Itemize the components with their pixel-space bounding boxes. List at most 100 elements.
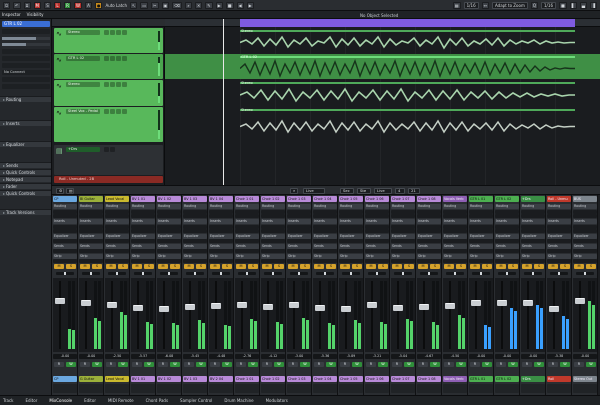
rack-routing[interactable]: Routing	[313, 204, 337, 209]
inspector-section-quick-controls[interactable]: ▸Quick Controls	[0, 169, 51, 175]
rack-inserts[interactable]: Inserts	[183, 219, 207, 224]
channel-name[interactable]: Vocals Verb	[443, 196, 467, 202]
inspector-input-routing[interactable]: No Connect	[2, 70, 50, 75]
pan-control[interactable]	[56, 272, 74, 275]
eq-curve-slot[interactable]	[521, 239, 545, 243]
inspector-delay-row[interactable]	[2, 56, 50, 61]
strip-slot[interactable]	[391, 259, 415, 263]
routing-output-slot[interactable]	[79, 214, 103, 218]
mute-button[interactable]: M	[210, 264, 220, 269]
routing-output-slot[interactable]	[287, 214, 311, 218]
rack-inserts[interactable]: Inserts	[417, 219, 441, 224]
channel-name[interactable]: BV 1 02	[157, 196, 181, 202]
channel-notepad[interactable]	[131, 384, 155, 393]
volume-fader[interactable]	[497, 299, 507, 306]
rack-equalizer[interactable]: Equalizer	[183, 234, 207, 239]
mute-button[interactable]: M	[54, 264, 64, 269]
eq-curve-slot[interactable]	[287, 239, 311, 243]
strip-slot[interactable]	[547, 259, 571, 263]
rack-equalizer[interactable]: Equalizer	[469, 234, 493, 239]
volume-readout[interactable]: -2.76	[235, 354, 259, 359]
track-header-2[interactable]: ∿ GTR L 02	[54, 54, 163, 79]
rack-strip[interactable]: Strip	[417, 254, 441, 259]
routing-output-slot[interactable]	[105, 214, 129, 218]
solo-button[interactable]: S	[482, 264, 492, 269]
write-automation-button[interactable]: W	[430, 362, 440, 367]
channel-notepad[interactable]	[105, 384, 129, 393]
inspector-section-quick-controls-2[interactable]: ▸Quick Controls	[0, 190, 51, 196]
rack-inserts[interactable]: Inserts	[391, 219, 415, 224]
rack-routing[interactable]: Routing	[79, 204, 103, 209]
rack-inserts[interactable]: Inserts	[547, 219, 571, 224]
insert-slot[interactable]	[339, 224, 363, 229]
rack-sends[interactable]: Sends	[287, 244, 311, 249]
insert-slot[interactable]	[261, 224, 285, 229]
volume-fader[interactable]	[133, 304, 143, 311]
volume-readout[interactable]: -3.21	[365, 354, 389, 359]
rack-routing[interactable]: Routing	[261, 204, 285, 209]
rack-strip[interactable]: Strip	[131, 254, 155, 259]
track-buttons[interactable]	[104, 82, 127, 87]
mute-tool[interactable]: ✕	[194, 1, 203, 9]
volume-fader[interactable]	[393, 304, 403, 311]
send-slot[interactable]	[105, 249, 129, 253]
rack-routing[interactable]: Routing	[131, 204, 155, 209]
volume-fader[interactable]	[81, 299, 91, 306]
count-b-field[interactable]: 21	[408, 188, 420, 194]
routing-input-slot[interactable]	[391, 209, 415, 214]
write-automation-button[interactable]: W	[508, 362, 518, 367]
mute-button[interactable]: M	[366, 264, 376, 269]
color-tool[interactable]: ■	[225, 1, 234, 9]
insert-slot[interactable]	[209, 224, 233, 229]
rack-sends[interactable]: Sends	[53, 244, 77, 249]
channel-name[interactable]: GTR L 02	[495, 196, 519, 202]
volume-readout[interactable]: -4.50	[443, 354, 467, 359]
routing-input-slot[interactable]	[131, 209, 155, 214]
volume-fader[interactable]	[367, 302, 377, 309]
rack-strip[interactable]: Strip	[495, 254, 519, 259]
rack-strip[interactable]: Strip	[339, 254, 363, 259]
eq-curve-slot[interactable]	[365, 239, 389, 243]
inspector-track-name[interactable]: GTR L 02	[2, 21, 50, 27]
rack-strip[interactable]: Strip	[313, 254, 337, 259]
listen-button[interactable]: L	[53, 1, 61, 9]
strip-slot[interactable]	[105, 259, 129, 263]
search-icon[interactable]: ⌕	[290, 188, 298, 194]
insert-slot[interactable]	[339, 229, 363, 233]
track-header-5[interactable]: ▤ +Drs	[54, 145, 163, 175]
pan-control[interactable]	[394, 272, 412, 275]
track-name[interactable]: Stereo	[66, 30, 100, 35]
undo-button[interactable]: ↶	[13, 1, 21, 9]
track-name[interactable]: Steel Vox - Pedal	[66, 109, 100, 114]
link-mode-field[interactable]: Live	[303, 188, 325, 194]
rack-routing[interactable]: Routing	[53, 204, 77, 209]
volume-readout[interactable]: -5.57	[131, 354, 155, 359]
count-a-field[interactable]: 4	[395, 188, 405, 194]
mute-button[interactable]: M	[132, 264, 142, 269]
mute-button[interactable]: M	[496, 264, 506, 269]
solo-button[interactable]: S	[196, 264, 206, 269]
rack-equalizer[interactable]: Equalizer	[339, 234, 363, 239]
mixer-channel-strip[interactable]: BV 1 02 Routing Inserts Equalizer Sends Strip…	[156, 195, 182, 395]
mixer-channel-strip[interactable]: BV 1 01 Routing Inserts Equalizer Sends Strip…	[130, 195, 156, 395]
volume-readout[interactable]: -6.08	[157, 354, 181, 359]
rack-routing[interactable]: Routing	[183, 204, 207, 209]
eq-curve-slot[interactable]	[209, 239, 233, 243]
rack-equalizer[interactable]: Equalizer	[261, 234, 285, 239]
write-button[interactable]: W	[73, 1, 82, 9]
insert-slot[interactable]	[365, 224, 389, 229]
strip-slot[interactable]	[157, 259, 181, 263]
eq-curve-slot[interactable]	[79, 239, 103, 243]
send-slot[interactable]	[495, 249, 519, 253]
rack-equalizer[interactable]: Equalizer	[547, 234, 571, 239]
pan-control[interactable]	[524, 272, 542, 275]
channel-notepad[interactable]	[183, 384, 207, 393]
mute-button[interactable]: M	[470, 264, 480, 269]
eq-curve-slot[interactable]	[495, 239, 519, 243]
volume-readout[interactable]: -0.00	[79, 354, 103, 359]
strip-slot[interactable]	[131, 259, 155, 263]
strip-slot[interactable]	[235, 259, 259, 263]
track-name[interactable]: Roll - Unmuted - 2B	[57, 177, 117, 182]
mixer-channel-strip[interactable]: Choir 1 02 Routing Inserts Equalizer Sends St…	[260, 195, 286, 395]
insert-slot[interactable]	[443, 229, 467, 233]
